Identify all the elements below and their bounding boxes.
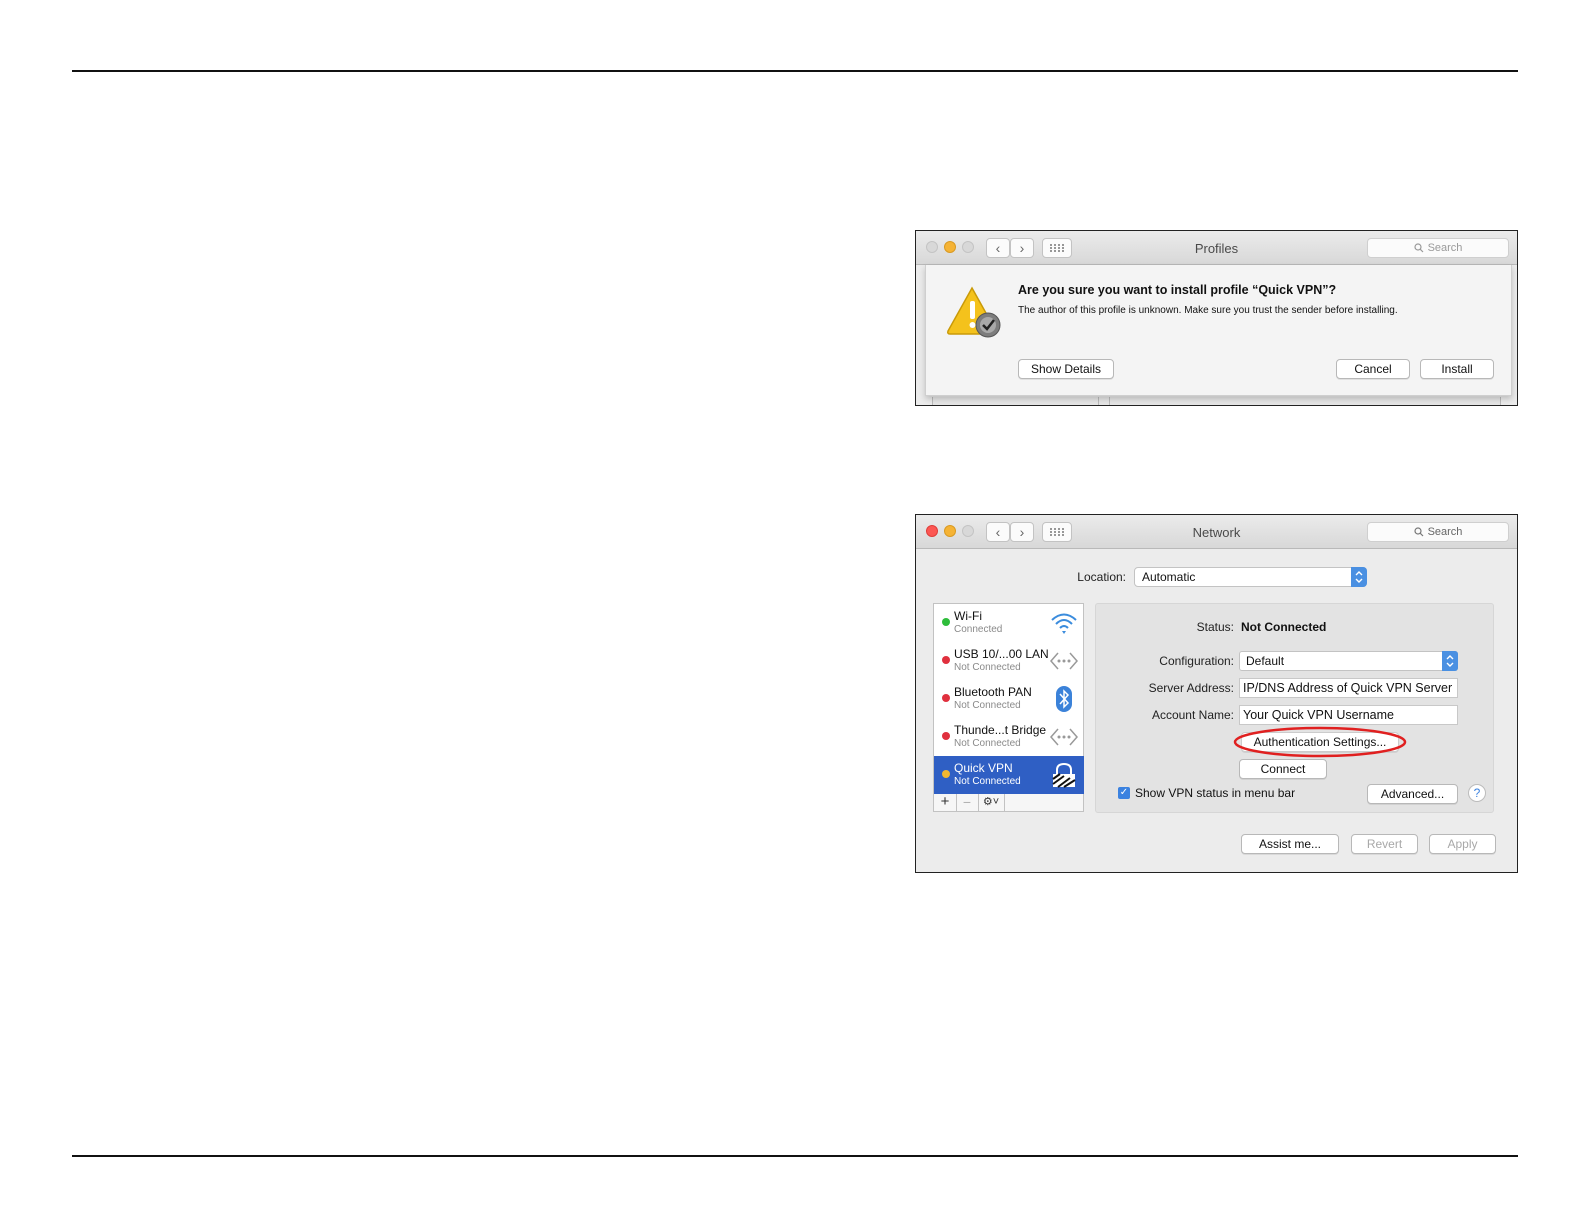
help-button[interactable]: ? bbox=[1468, 784, 1486, 802]
location-popup[interactable]: Automatic bbox=[1134, 567, 1367, 587]
service-list: Wi-Fi Connected USB 10/...00 LAN Not Con… bbox=[933, 603, 1084, 794]
search-field[interactable]: Search bbox=[1367, 238, 1509, 258]
service-status: Not Connected bbox=[954, 776, 1021, 787]
service-item-bluetooth-pan[interactable]: Bluetooth PAN Not Connected bbox=[934, 680, 1084, 718]
add-service-button[interactable]: + bbox=[934, 794, 957, 811]
apply-button[interactable]: Apply bbox=[1429, 834, 1496, 854]
status-dot bbox=[942, 618, 950, 626]
configuration-value: Default bbox=[1246, 654, 1285, 668]
service-status: Connected bbox=[954, 624, 1003, 635]
profiles-window: ‹ › Profiles Search Are you sure you wan… bbox=[915, 230, 1518, 406]
status-value: Not Connected bbox=[1241, 620, 1327, 634]
gear-icon: ⚙˅ bbox=[982, 796, 1000, 808]
show-vpn-status-checkbox[interactable]: ✓ bbox=[1118, 787, 1130, 799]
network-titlebar: ‹ › Network Search bbox=[916, 515, 1517, 549]
background-divider bbox=[1098, 397, 1110, 405]
bluetooth-icon bbox=[1056, 686, 1072, 712]
service-name: Quick VPN bbox=[954, 761, 1013, 775]
network-window: ‹ › Network Search Location: Automatic W… bbox=[915, 514, 1518, 873]
warning-icon bbox=[947, 286, 1001, 338]
profiles-titlebar: ‹ › Profiles Search bbox=[916, 231, 1517, 265]
bottom-rule bbox=[72, 1155, 1518, 1157]
account-name-label: Account Name: bbox=[1151, 708, 1234, 722]
location-label: Location: bbox=[1077, 570, 1126, 584]
service-status: Not Connected bbox=[954, 700, 1021, 711]
install-button[interactable]: Install bbox=[1420, 359, 1494, 379]
service-list-toolbar: + − ⚙˅ bbox=[933, 794, 1084, 812]
advanced-button[interactable]: Advanced... bbox=[1367, 784, 1458, 804]
service-item-quick-vpn[interactable]: Quick VPN Not Connected bbox=[934, 756, 1084, 794]
service-item-thunderbolt-bridge[interactable]: Thunde...t Bridge Not Connected bbox=[934, 718, 1084, 756]
popup-arrows-icon bbox=[1351, 567, 1367, 587]
service-item-wifi[interactable]: Wi-Fi Connected bbox=[934, 604, 1084, 642]
search-placeholder: Search bbox=[1427, 242, 1463, 254]
dialog-message: The author of this profile is unknown. M… bbox=[1018, 305, 1398, 316]
search-icon bbox=[1413, 243, 1423, 253]
search-field[interactable]: Search bbox=[1367, 522, 1509, 542]
show-details-button[interactable]: Show Details bbox=[1018, 359, 1114, 379]
account-name-field[interactable]: Your Quick VPN Username bbox=[1239, 705, 1458, 725]
service-name: Bluetooth PAN bbox=[954, 685, 1032, 699]
service-item-usb-lan[interactable]: USB 10/...00 LAN Not Connected bbox=[934, 642, 1084, 680]
remove-service-button[interactable]: − bbox=[956, 794, 979, 811]
service-name: Wi-Fi bbox=[954, 609, 982, 623]
server-address-field[interactable]: IP/DNS Address of Quick VPN Server bbox=[1239, 678, 1458, 698]
server-address-label: Server Address: bbox=[1148, 681, 1234, 695]
ethernet-icon bbox=[1050, 728, 1078, 746]
dialog-heading: Are you sure you want to install profile… bbox=[1018, 283, 1337, 297]
cancel-button[interactable]: Cancel bbox=[1336, 359, 1410, 379]
status-label: Status: bbox=[1196, 620, 1234, 634]
search-icon bbox=[1413, 527, 1423, 537]
plus-icon: + bbox=[940, 793, 950, 810]
service-name: Thunde...t Bridge bbox=[954, 723, 1047, 737]
highlight-ellipse bbox=[1233, 726, 1407, 758]
minus-icon: − bbox=[962, 794, 972, 810]
service-status: Not Connected bbox=[954, 738, 1021, 749]
checkmark-icon: ✓ bbox=[1119, 787, 1129, 798]
configuration-popup[interactable]: Default bbox=[1239, 651, 1458, 671]
wifi-icon bbox=[1051, 613, 1077, 634]
popup-arrows-icon bbox=[1442, 651, 1458, 671]
show-vpn-status-label: Show VPN status in menu bar bbox=[1135, 786, 1296, 800]
status-dot bbox=[942, 770, 950, 778]
configuration-label: Configuration: bbox=[1159, 654, 1234, 668]
vpn-lock-icon bbox=[1052, 762, 1076, 788]
service-name: USB 10/...00 LAN bbox=[954, 647, 1049, 661]
status-dot bbox=[942, 694, 950, 702]
search-placeholder: Search bbox=[1427, 526, 1463, 538]
install-profile-sheet: Are you sure you want to install profile… bbox=[925, 265, 1512, 396]
assist-me-button[interactable]: Assist me... bbox=[1241, 834, 1339, 854]
ethernet-icon bbox=[1050, 652, 1078, 670]
action-menu-button[interactable]: ⚙˅ bbox=[978, 794, 1005, 811]
connect-button[interactable]: Connect bbox=[1239, 759, 1327, 779]
top-rule bbox=[72, 70, 1518, 72]
revert-button[interactable]: Revert bbox=[1351, 834, 1418, 854]
background-divider bbox=[932, 397, 1501, 405]
status-dot bbox=[942, 732, 950, 740]
status-dot bbox=[942, 656, 950, 664]
location-value: Automatic bbox=[1142, 570, 1196, 584]
service-status: Not Connected bbox=[954, 662, 1021, 673]
